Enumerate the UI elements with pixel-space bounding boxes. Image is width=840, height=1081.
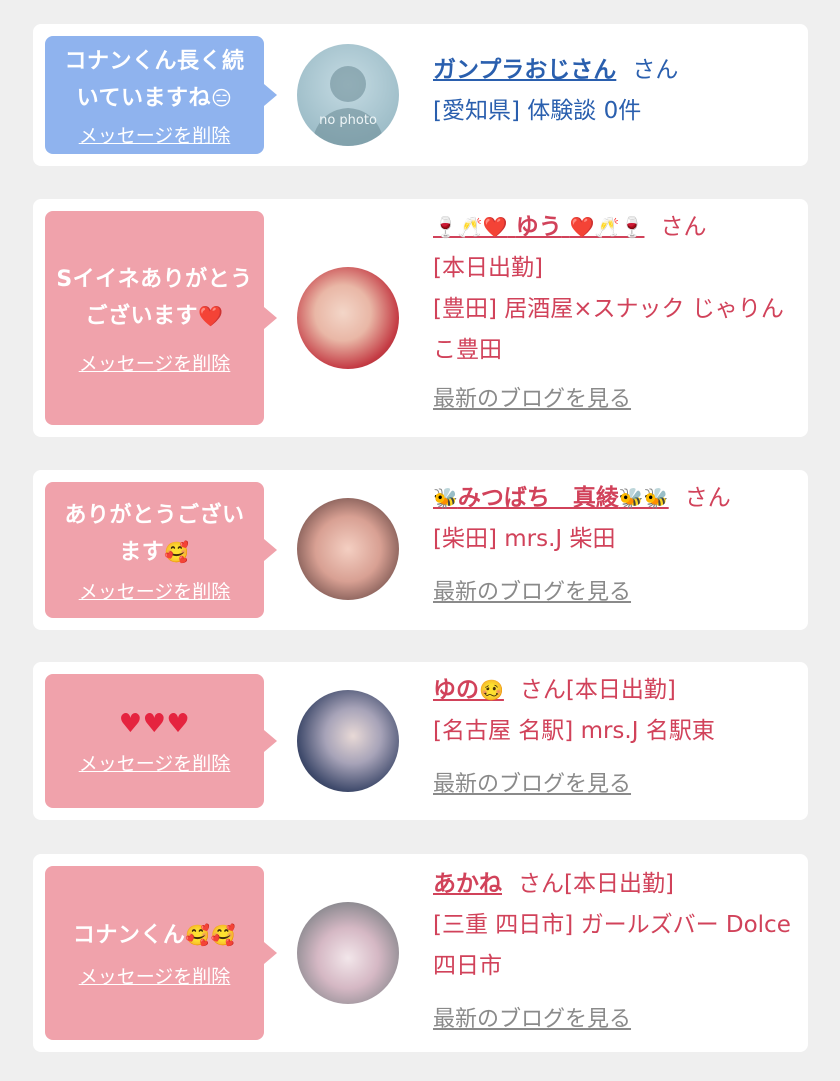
honorific-and-status: さん[本日出勤]	[519, 677, 676, 703]
avatar[interactable]	[297, 267, 399, 369]
message-bubble: コナンくん🥰🥰 メッセージを削除	[45, 866, 277, 1040]
message-text: コナンくん長く続いていますね😑	[64, 48, 245, 111]
avatar[interactable]	[297, 690, 399, 792]
message-bubble: コナンくん長く続いていますね😑 メッセージを削除	[45, 36, 277, 154]
message-text: ありがとうございます🥰	[64, 502, 245, 565]
message-bubble: ♥♥♥ メッセージを削除	[45, 674, 277, 808]
latest-blog-link[interactable]: 最新のブログを見る	[433, 772, 631, 797]
latest-blog-link[interactable]: 最新のブログを見る	[433, 580, 631, 605]
message-text: コナンくん🥰🥰	[72, 923, 237, 948]
wine-champagne-heart-icons: 🍷🥂❤️	[433, 215, 508, 239]
message-text: Sイイネありがとうございます❤️	[56, 266, 253, 329]
message-bubble: ありがとうございます🥰 メッセージを削除	[45, 482, 277, 618]
bee-icon: 🐝	[433, 486, 458, 510]
expressionless-emoji-icon: 😑	[210, 85, 233, 110]
user-name-link[interactable]: 🐝みつばち 真綾🐝🐝	[433, 485, 669, 511]
bee-icon: 🐝🐝	[618, 486, 669, 510]
honorific-and-status: さん[本日出勤]	[518, 871, 674, 897]
delete-message-link[interactable]: メッセージを削除	[79, 577, 231, 604]
svg-text:no photo: no photo	[319, 113, 377, 128]
smiling-hearts-emoji-icon: 🥰	[164, 539, 190, 564]
user-name-link[interactable]: ガンプラおじさん	[433, 57, 616, 83]
user-name-link[interactable]: ゆの🥴	[433, 677, 504, 703]
message-card: コナンくん🥰🥰 メッセージを削除 あかね さん[本日出勤] [三重 四日市] ガー…	[33, 854, 808, 1052]
avatar[interactable]	[297, 902, 399, 1004]
work-status: [本日出勤]	[433, 255, 543, 281]
avatar[interactable]	[297, 498, 399, 600]
honorific: さん	[632, 57, 679, 83]
shop-detail: [名古屋 名駅] mrs.J 名駅東	[433, 718, 715, 744]
user-detail: [愛知県] 体験談 0件	[433, 98, 642, 124]
woozy-face-emoji-icon: 🥴	[479, 678, 504, 702]
shop-detail: [柴田] mrs.J 柴田	[433, 526, 616, 552]
message-card: Sイイネありがとうございます❤️ メッセージを削除 🍷🥂❤️ ゆう ❤️🥂🍷 さん…	[33, 199, 808, 437]
user-info: 🍷🥂❤️ ゆう ❤️🥂🍷 さん [本日出勤] [豊田] 居酒屋×スナック じゃりん…	[433, 207, 798, 420]
message-card: コナンくん長く続いていますね😑 メッセージを削除 no photo ガンプラおじ…	[33, 24, 808, 166]
honorific: さん	[684, 485, 731, 511]
delete-message-link[interactable]: メッセージを削除	[79, 962, 231, 989]
shop-detail: [豊田] 居酒屋×スナック じゃりんこ豊田	[433, 296, 784, 363]
message-card: ♥♥♥ メッセージを削除 ゆの🥴 さん[本日出勤] [名古屋 名駅] mrs.J …	[33, 662, 808, 820]
delete-message-link[interactable]: メッセージを削除	[79, 349, 231, 376]
delete-message-link[interactable]: メッセージを削除	[79, 749, 231, 776]
message-bubble: Sイイネありがとうございます❤️ メッセージを削除	[45, 211, 277, 425]
avatar[interactable]: no photo	[297, 44, 399, 146]
heart-emoji-icon: ❤️	[198, 303, 224, 328]
user-name-link[interactable]: あかね	[433, 871, 502, 897]
heart-champagne-wine-icons: ❤️🥂🍷	[569, 215, 645, 239]
user-info: 🐝みつばち 真綾🐝🐝 さん [柴田] mrs.J 柴田 最新のブログを見る	[433, 478, 798, 613]
user-info: ゆの🥴 さん[本日出勤] [名古屋 名駅] mrs.J 名駅東 最新のブログを見る	[433, 670, 798, 805]
smiling-hearts-emoji-icon: 🥰🥰	[185, 923, 237, 947]
delete-message-link[interactable]: メッセージを削除	[79, 121, 231, 148]
user-info: あかね さん[本日出勤] [三重 四日市] ガールズバー Dolce 四日市 最新…	[433, 864, 798, 1040]
message-card: ありがとうございます🥰 メッセージを削除 🐝みつばち 真綾🐝🐝 さん [柴田] m…	[33, 470, 808, 630]
latest-blog-link[interactable]: 最新のブログを見る	[433, 1007, 631, 1032]
honorific: さん	[660, 214, 707, 240]
user-name-link[interactable]: 🍷🥂❤️ ゆう ❤️🥂🍷	[433, 214, 644, 240]
shop-detail: [三重 四日市] ガールズバー Dolce 四日市	[433, 912, 791, 979]
user-info: ガンプラおじさん さん [愛知県] 体験談 0件	[433, 50, 798, 132]
latest-blog-link[interactable]: 最新のブログを見る	[433, 387, 631, 412]
no-photo-silhouette-icon: no photo	[311, 66, 385, 146]
hearts-message-text: ♥♥♥	[118, 709, 191, 739]
